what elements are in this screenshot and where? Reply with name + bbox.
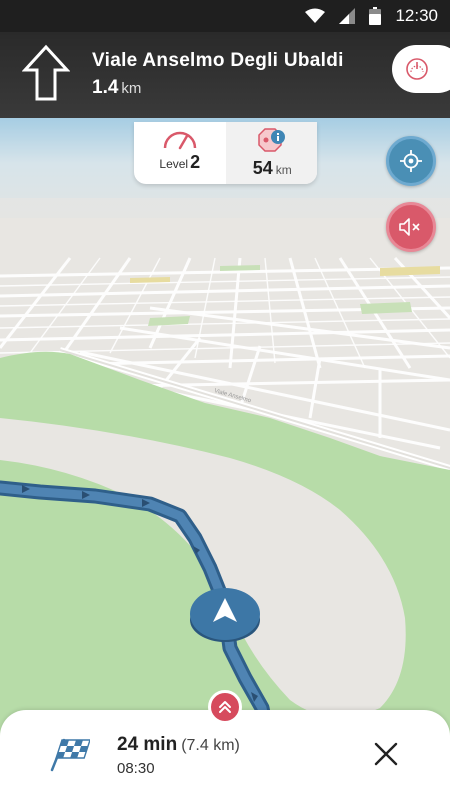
vehicle-position-marker <box>190 588 260 642</box>
double-chevron-up-icon <box>219 701 231 713</box>
mute-button[interactable] <box>386 202 436 252</box>
next-maneuver-distance: 1.4 km <box>92 77 141 99</box>
trip-duration-distance: 24 min (7.4 km) <box>117 734 240 756</box>
finish-flag-icon <box>50 738 90 772</box>
battery-icon <box>369 7 382 25</box>
recenter-button[interactable] <box>386 136 436 186</box>
status-bar: 12:30 <box>0 0 450 32</box>
speedometer-button[interactable] <box>392 45 450 93</box>
close-navigation-button[interactable] <box>372 740 400 768</box>
wifi-icon <box>305 8 326 23</box>
navigation-header: Viale Anselmo Degli Ubaldi 1.4 km <box>0 32 450 118</box>
level-value: 2 <box>190 152 201 172</box>
expand-trip-button[interactable] <box>208 690 242 724</box>
crosshair-icon <box>400 150 422 172</box>
level-label: Level <box>159 157 189 171</box>
traffic-level-indicator[interactable]: Level 2 <box>134 122 226 184</box>
street-name: Viale Anselmo Degli Ubaldi <box>92 50 344 71</box>
distance-unit: km <box>121 80 142 97</box>
speed-camera-indicator[interactable]: 54 km <box>225 122 317 184</box>
info-card: Level 2 54 km <box>134 122 317 184</box>
arrival-time: 08:30 <box>117 760 155 777</box>
speed-camera-icon <box>258 128 286 152</box>
speedometer-icon <box>406 58 428 80</box>
radar-unit: km <box>275 163 292 177</box>
straight-arrow-icon <box>22 44 70 101</box>
signal-icon <box>339 8 356 24</box>
speaker-muted-icon <box>399 218 420 236</box>
status-time: 12:30 <box>395 6 438 25</box>
radar-distance: 54 <box>252 158 273 178</box>
trip-distance: (7.4 km) <box>181 737 240 754</box>
distance-value: 1.4 <box>92 77 119 98</box>
gauge-icon <box>163 131 196 150</box>
trip-duration: 24 min <box>117 734 178 755</box>
